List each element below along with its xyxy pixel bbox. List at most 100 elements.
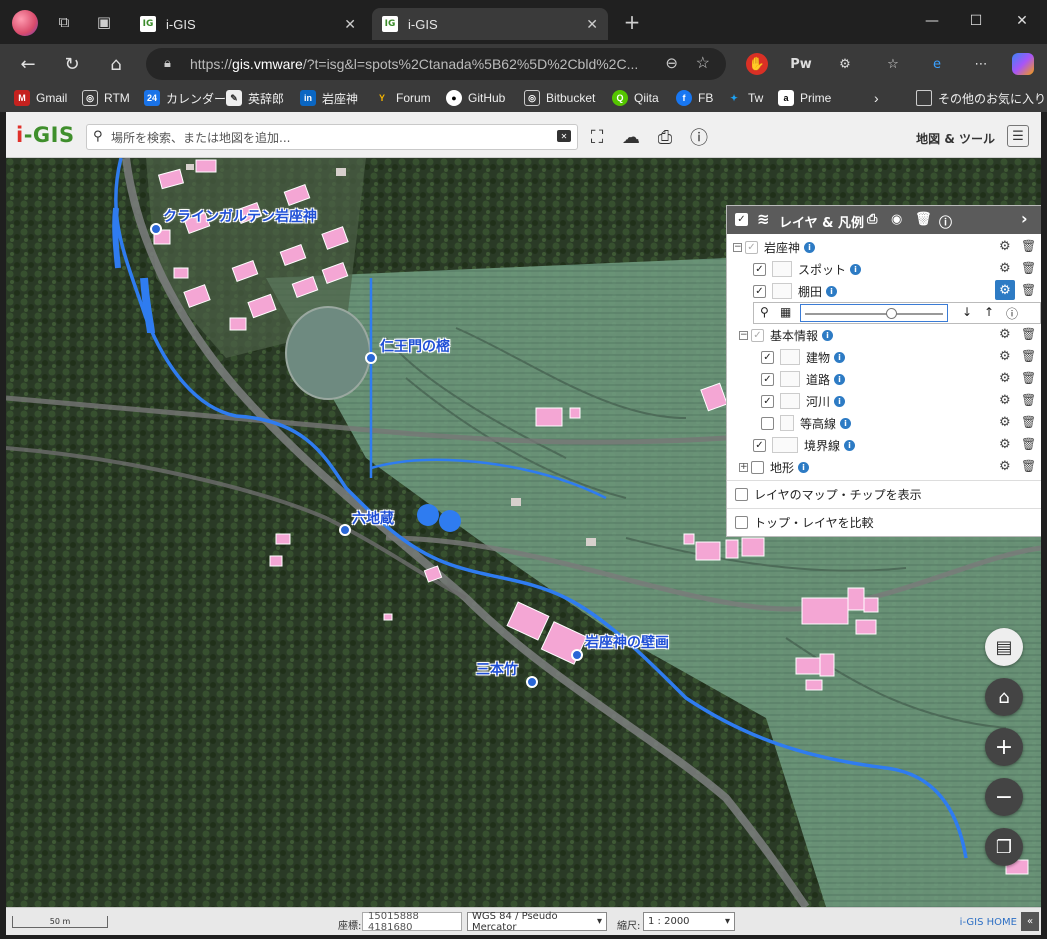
zoom-to-layer-icon[interactable]: ⚲	[760, 305, 769, 319]
bookmark-fb[interactable]: f FB	[676, 89, 713, 107]
info-icon[interactable]: i	[804, 241, 816, 253]
layer-row-roads[interactable]: ✓ 道路 i	[761, 368, 846, 390]
new-tab-button[interactable]: +	[620, 10, 644, 34]
layer-row-buildings[interactable]: ✓ 建物 i	[761, 346, 846, 368]
gear-icon[interactable]: ⚙	[999, 371, 1011, 386]
layer-row-contours[interactable]: 等高線 i	[761, 412, 852, 434]
zoom-icon[interactable]: ⊖	[665, 54, 678, 72]
gear-icon[interactable]: ⚙	[999, 261, 1011, 276]
info-icon[interactable]: ⓘ	[1006, 305, 1018, 322]
legend-toggle-icon[interactable]: ▤	[985, 628, 1023, 666]
gear-icon[interactable]: ⚙	[999, 327, 1011, 342]
poi-label[interactable]: クラインガルテン岩座神	[163, 206, 317, 226]
layer-row-spots[interactable]: ✓ スポット i	[753, 258, 862, 280]
poi-label[interactable]: 六地蔵	[352, 508, 394, 528]
layer-row-tanada[interactable]: ✓ 棚田 i	[753, 280, 838, 302]
show-map-chips-option[interactable]: レイヤのマップ・チップを表示	[727, 480, 1041, 508]
menu-icon[interactable]: ☰	[1007, 125, 1029, 147]
slider-knob[interactable]	[886, 308, 898, 319]
info-icon[interactable]: i	[840, 417, 852, 429]
home-icon[interactable]: ⌂	[102, 51, 130, 77]
gear-icon[interactable]: ⚙	[999, 459, 1011, 474]
layer-checkbox[interactable]: ✓	[761, 350, 774, 364]
gear-icon[interactable]: ⚙	[995, 280, 1015, 300]
bookmark-other-favorites[interactable]: その他のお気に入り	[916, 89, 1046, 107]
gear-icon[interactable]: ⚙	[999, 393, 1011, 408]
maximize-button[interactable]: ☐	[956, 8, 996, 34]
copilot-icon[interactable]	[1012, 53, 1034, 75]
eye-icon[interactable]: ◉	[891, 212, 902, 227]
bookmark-iwasakami[interactable]: in 岩座神	[300, 89, 358, 107]
trash-icon[interactable]: 🗑︎	[1021, 415, 1036, 429]
bookmark-eijiro[interactable]: ✎ 英辞郎	[226, 89, 284, 107]
profile-avatar[interactable]	[12, 10, 38, 36]
layer-row-kihon[interactable]: − ✓ 基本情報 i	[739, 324, 834, 346]
all-layers-checkbox[interactable]: ✓	[735, 213, 748, 226]
extension-stop-icon[interactable]: ✋	[746, 53, 768, 75]
extension-pw-icon[interactable]: Pw	[790, 53, 812, 75]
gear-icon[interactable]: ⚙	[999, 239, 1011, 254]
clear-icon[interactable]: ✕	[557, 130, 571, 142]
chevron-right-icon[interactable]: ›	[1021, 209, 1028, 228]
trash-icon[interactable]: 🗑︎	[915, 212, 932, 227]
poi-marker[interactable]	[339, 524, 351, 536]
compare-top-layer-option[interactable]: トップ・レイヤを比較	[727, 508, 1041, 536]
print-icon[interactable]: ⎙	[867, 212, 877, 227]
map-canvas[interactable]: クラインガルテン岩座神 仁王門の樒 六地蔵 岩座神の壁画 三本竹 ▤ ⌂ + −…	[6, 158, 1041, 907]
igis-logo[interactable]: i-GIS	[16, 123, 75, 147]
bookmark-qiita[interactable]: Q Qiita	[612, 89, 659, 107]
info-icon[interactable]: i	[844, 439, 856, 451]
collapse-toggle-icon[interactable]: −	[739, 330, 748, 340]
bookmarks-overflow-icon[interactable]: ›	[874, 89, 879, 107]
trash-icon[interactable]: 🗑︎	[1021, 261, 1036, 275]
layer-checkbox[interactable]	[761, 416, 774, 430]
map-tools-label[interactable]: 地図 & ツール	[916, 130, 995, 147]
expand-toggle-icon[interactable]: +	[739, 462, 748, 472]
tab-actions-icon[interactable]: ▣	[92, 10, 116, 34]
close-window-button[interactable]: ✕	[1002, 8, 1042, 34]
search-input[interactable]: ⚲ 場所を検索、または地図を追加... ✕	[86, 124, 578, 150]
layer-row-boundary[interactable]: ✓ 境界線 i	[753, 434, 856, 456]
map-chips-checkbox[interactable]	[735, 488, 748, 501]
bookmark-rtm[interactable]: ◎ RTM	[82, 89, 130, 107]
move-down-icon[interactable]: ↓	[962, 305, 972, 319]
print-icon[interactable]: ⎙	[652, 125, 678, 149]
bookmark-calendar[interactable]: 24 カレンダー	[144, 89, 226, 107]
trash-icon[interactable]: 🗑︎	[1021, 349, 1036, 363]
layer-checkbox[interactable]: ✓	[753, 284, 766, 298]
crs-select[interactable]: WGS 84 / Pseudo Mercator ▾	[467, 911, 607, 933]
bookmark-gmail[interactable]: M Gmail	[14, 89, 67, 107]
bookmark-bitbucket[interactable]: ◎ Bitbucket	[524, 89, 595, 107]
info-icon[interactable]: i	[834, 395, 846, 407]
poi-label[interactable]: 岩座神の壁画	[585, 632, 669, 652]
home-extent-icon[interactable]: ⌂	[985, 678, 1023, 716]
zoom-in-icon[interactable]: +	[985, 728, 1023, 766]
move-up-icon[interactable]: ↑	[984, 305, 994, 319]
layer-row-iwasakami[interactable]: − ✓ 岩座神 i	[733, 236, 816, 258]
measure-tool-icon[interactable]: ⛶	[584, 125, 610, 149]
poi-marker[interactable]	[571, 649, 583, 661]
info-icon[interactable]: i	[834, 351, 846, 363]
refresh-icon[interactable]: ↻	[58, 51, 86, 77]
info-icon[interactable]: i	[834, 373, 846, 385]
layer-checkbox[interactable]: ✓	[761, 394, 774, 408]
collapse-toggle-icon[interactable]: −	[733, 242, 742, 252]
transparency-icon[interactable]: ▦	[780, 305, 791, 319]
more-menu-icon[interactable]: ⋯	[970, 53, 992, 75]
igis-home-link[interactable]: i-GIS HOME	[960, 917, 1017, 928]
layer-checkbox[interactable]	[751, 460, 764, 474]
gear-icon[interactable]: ⚙	[999, 415, 1011, 430]
compare-checkbox[interactable]	[735, 516, 748, 529]
trash-icon[interactable]: 🗑︎	[1021, 393, 1036, 407]
bookmark-forum[interactable]: Y Forum	[374, 89, 431, 107]
layer-checkbox[interactable]: ✓	[751, 328, 764, 342]
poi-label[interactable]: 仁王門の樒	[380, 336, 450, 356]
minimize-button[interactable]: —	[912, 8, 952, 34]
bookmark-github[interactable]: ● GitHub	[446, 89, 505, 107]
layer-checkbox[interactable]: ✓	[761, 372, 774, 386]
close-icon[interactable]: ✕	[344, 16, 356, 33]
trash-icon[interactable]: 🗑︎	[1021, 437, 1036, 451]
trash-icon[interactable]: 🗑︎	[1021, 459, 1036, 473]
gear-icon[interactable]: ⚙	[999, 437, 1011, 452]
tab-igis-2[interactable]: IG i-GIS ✕	[372, 8, 608, 40]
